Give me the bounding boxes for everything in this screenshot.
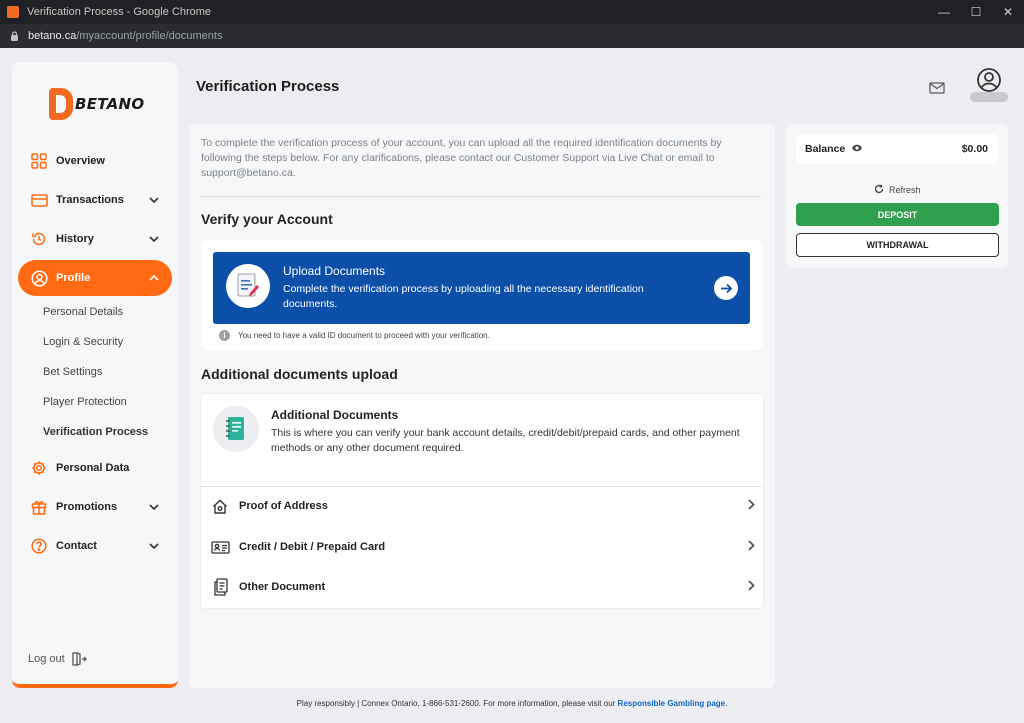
sidebar-subitem-login-security[interactable]: Login & Security [43,336,123,348]
verify-account-box: Upload Documents Complete the verificati… [201,240,763,350]
credit-debit-prepaid-card-row[interactable]: Credit / Debit / Prepaid Card [201,529,763,565]
documents-icon [209,578,231,596]
sidebar-item-label: History [56,233,94,245]
footer-text: Play responsibly | Connex Ontario, 1-866… [296,699,616,708]
eye-icon[interactable] [851,143,863,155]
deposit-button[interactable]: DEPOSIT [796,203,999,226]
sidebar-subitem-player-protection[interactable]: Player Protection [43,396,127,408]
chevron-down-icon [144,540,164,552]
betano-logo-text: BETANO [75,95,145,113]
grid-icon [30,152,48,170]
page: BETANO Overview Transactions History Pro… [0,48,1024,723]
info-icon: i [219,330,230,341]
proof-of-address-row[interactable]: Proof of Address [201,488,763,524]
upload-documents-title: Upload Documents [283,264,386,278]
page-title: Verification Process [196,78,340,95]
footer-end: . [725,699,728,708]
sidebar-item-promotions[interactable]: Promotions [18,489,172,525]
divider [201,196,761,197]
doc-row-label: Proof of Address [239,500,328,512]
refresh-icon [874,183,884,197]
chevron-right-icon [748,499,755,513]
divider [201,486,763,487]
logout-button[interactable]: Log out [28,652,87,666]
sidebar-item-history[interactable]: History [18,221,172,257]
document-icon [226,264,270,308]
sidebar-item-label: Profile [56,272,91,284]
arrow-right-icon[interactable] [714,276,738,300]
chrome-app-icon [7,6,19,18]
balance-label: Balance [805,143,846,155]
sidebar-item-label: Promotions [56,501,118,513]
verification-content-card: To complete the verification process of … [189,124,775,688]
sidebar-item-overview[interactable]: Overview [18,143,172,179]
doc-row-label: Other Document [239,581,326,593]
sidebar-item-label: Overview [56,155,105,167]
withdrawal-button[interactable]: WITHDRAWAL [796,233,999,257]
balance-card: Balance $0.00 Refresh DEPOSIT WITHDRAWAL [786,124,1008,268]
balance-display: Balance $0.00 [796,134,998,164]
sidebar-item-label: Transactions [56,194,124,206]
intro-text: To complete the verification process of … [201,137,722,179]
window-title: Verification Process - Google Chrome [27,6,212,18]
logout-icon [72,652,87,666]
url-host: betano.ca [28,30,77,42]
sidebar-item-profile[interactable]: Profile [18,260,172,296]
id-card-icon [209,540,231,554]
sidebar: BETANO Overview Transactions History Pro… [12,62,178,688]
sidebar-subitem-verification-process[interactable]: Verification Process [43,426,148,438]
verify-note: i You need to have a valid ID document t… [219,330,490,341]
footer: Play responsibly | Connex Ontario, 1-866… [0,699,1024,708]
close-icon[interactable]: ✕ [992,5,1024,19]
sidebar-item-label: Personal Data [56,462,130,474]
refresh-button[interactable]: Refresh [874,183,921,197]
gear-icon [30,459,48,477]
chevron-right-icon [748,580,755,594]
responsible-gambling-link[interactable]: Responsible Gambling page [618,699,726,708]
mail-icon[interactable] [929,81,945,99]
upload-documents-banner[interactable]: Upload Documents Complete the verificati… [213,252,750,324]
refresh-label: Refresh [889,185,921,195]
house-icon [209,499,231,514]
chevron-down-icon [144,233,164,245]
address-bar[interactable]: betano.ca/myaccount/profile/documents [0,24,1024,48]
sidebar-item-transactions[interactable]: Transactions [18,182,172,218]
minimize-icon[interactable]: — [928,5,960,19]
notebook-icon [213,406,259,452]
avatar-icon[interactable] [972,66,1006,100]
sidebar-item-contact[interactable]: Contact [18,528,172,564]
lock-icon [10,31,20,41]
chevron-up-icon [144,272,164,284]
betano-logo-mark [49,88,73,120]
sidebar-item-personal-data[interactable]: Personal Data [18,450,172,486]
help-icon [30,537,48,555]
gift-icon [30,498,48,516]
upload-documents-description: Complete the verification process by upl… [283,283,644,310]
verify-account-heading: Verify your Account [201,211,333,227]
additional-documents-box: Additional Documents This is where you c… [201,394,763,608]
sidebar-subitem-personal-details[interactable]: Personal Details [43,306,123,318]
card-icon [30,191,48,209]
window-title-bar: Verification Process - Google Chrome — ☐… [0,0,1024,24]
chevron-right-icon [748,540,755,554]
sidebar-item-label: Contact [56,540,97,552]
doc-row-label: Credit / Debit / Prepaid Card [239,541,386,553]
user-icon [30,269,48,287]
url-path: /myaccount/profile/documents [76,30,223,42]
additional-documents-description: This is where you can verify your bank a… [271,427,740,454]
sidebar-subitem-bet-settings[interactable]: Bet Settings [43,366,102,378]
other-document-row[interactable]: Other Document [201,569,763,605]
chevron-down-icon [144,194,164,206]
maximize-icon[interactable]: ☐ [960,5,992,19]
history-icon [30,230,48,248]
logout-label: Log out [28,653,65,665]
additional-documents-title: Additional Documents [271,408,399,422]
additional-documents-heading: Additional documents upload [201,366,398,382]
balance-value: $0.00 [961,143,988,155]
betano-logo[interactable]: BETANO [49,88,144,120]
verify-note-text: You need to have a valid ID document to … [238,331,490,340]
chevron-down-icon [144,501,164,513]
